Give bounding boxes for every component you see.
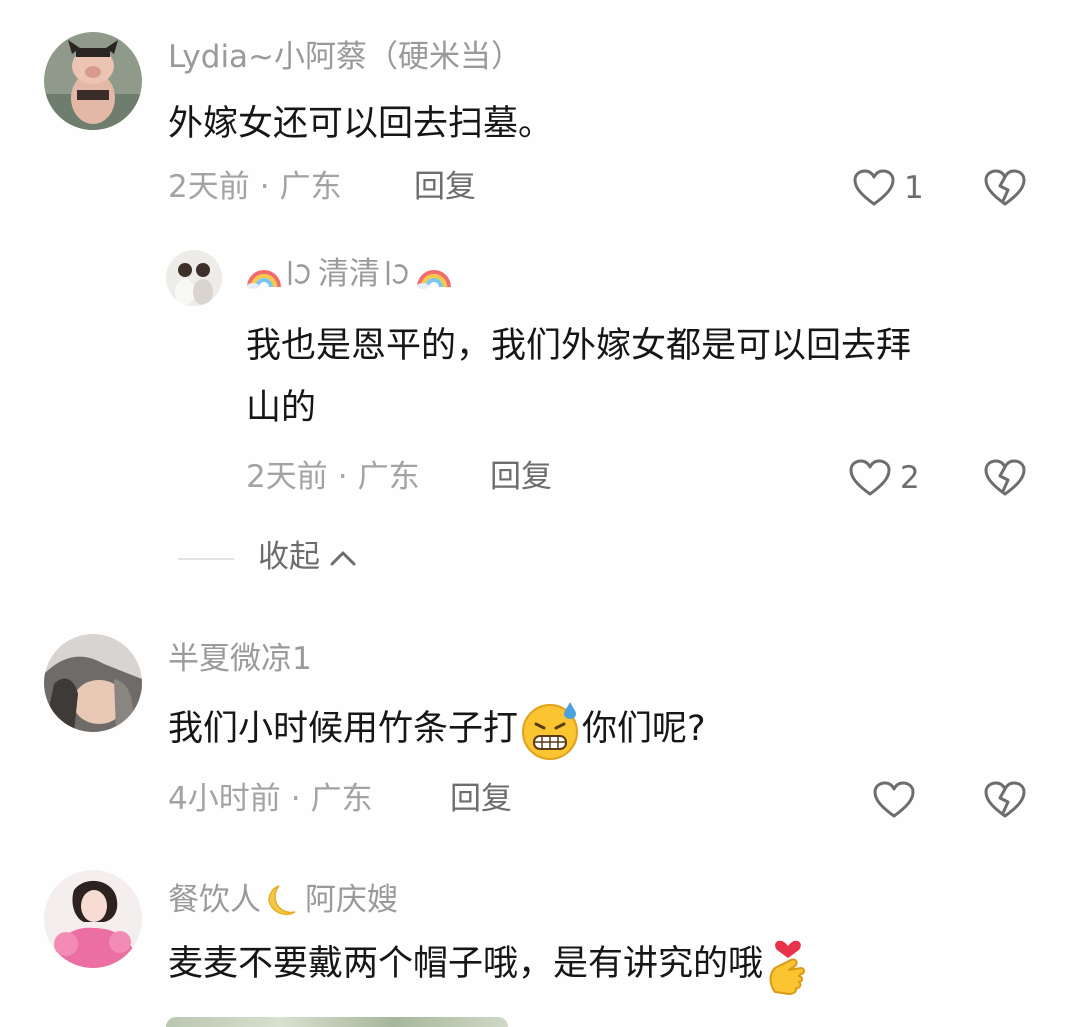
meta-separator: · [337, 459, 348, 495]
comment-username[interactable]: 餐饮人 阿庆嫂 [168, 880, 398, 920]
reply-text-line: 山的 [246, 388, 317, 428]
reply-button[interactable]: 回复 [490, 462, 552, 493]
heart-outline-icon [853, 169, 895, 206]
broken-heart-icon [984, 459, 1026, 496]
comment-time: 2天前 [168, 169, 250, 205]
avatar-image-pig [44, 32, 142, 130]
reply-username-text: 清清 [318, 255, 380, 292]
comment-username-part: 餐饮人 [168, 881, 261, 918]
dislike-button[interactable] [983, 780, 1027, 824]
reply-text-line: 我也是恩平的，我们外嫁女都是可以回去拜 [246, 326, 912, 366]
rainbow-emoji-icon [417, 270, 451, 289]
comment-text: 我们小时候用竹条子打 你们呢? [168, 698, 706, 762]
reply-meta: 2天前 · 广东 [246, 462, 420, 493]
like-button[interactable] [872, 780, 916, 820]
comment-text: 外嫁女还可以回去扫墓。 [168, 104, 554, 144]
comment-username-part: 阿庆嫂 [305, 881, 398, 918]
comment-location: 广东 [310, 781, 373, 817]
smile-symbol-icon [386, 260, 408, 286]
avatar[interactable] [44, 870, 142, 968]
smile-symbol-icon [288, 260, 310, 286]
rainbow-emoji-icon [247, 270, 281, 289]
avatar[interactable] [44, 32, 142, 130]
comment-username[interactable]: 半夏微凉1 [168, 644, 312, 675]
chevron-up-icon [330, 551, 356, 565]
comment-location: 广东 [279, 169, 342, 205]
avatar[interactable] [166, 250, 222, 306]
collapse-button[interactable]: 收起 [258, 542, 358, 573]
collapse-divider [178, 558, 234, 560]
reply-button[interactable]: 回复 [414, 172, 476, 203]
reply-location: 广东 [357, 459, 420, 495]
comment-text: 麦麦不要戴两个帽子哦，是有讲究的哦 [168, 934, 813, 996]
reply-time: 2天前 [246, 459, 328, 495]
collapse-label: 收起 [258, 539, 320, 575]
like-count: 1 [904, 169, 924, 206]
grimace-sweat-emoji-icon [522, 702, 579, 760]
reply-username[interactable]: 清清 [246, 258, 452, 290]
like-button[interactable]: 2 [848, 458, 920, 498]
like-button[interactable]: 1 [852, 168, 924, 208]
heart-outline-icon [873, 781, 915, 818]
crescent-moon-emoji-icon [268, 885, 296, 916]
comment-list: Lydia~小阿蔡（硬米当） 外嫁女还可以回去扫墓。 2天前·广东 回复 1 [0, 0, 1079, 1027]
comment-text-part: 你们呢? [582, 709, 706, 749]
dislike-button[interactable] [983, 168, 1027, 212]
finger-heart-emoji-icon [769, 940, 806, 995]
comment-meta: 2天前 · 广东 [168, 172, 342, 203]
avatar-image-woman [44, 870, 142, 968]
comment-username[interactable]: Lydia~小阿蔡（硬米当） [168, 42, 522, 73]
comment-meta: 4小时前 · 广东 [168, 784, 373, 815]
reply-button[interactable]: 回复 [450, 784, 512, 815]
avatar-image-couple [166, 250, 222, 306]
broken-heart-icon [984, 781, 1026, 818]
avatar-image-portrait [44, 634, 142, 732]
comment-text-part: 我们小时候用竹条子打 [168, 709, 519, 749]
next-comment-image-preview[interactable] [166, 1017, 508, 1027]
heart-outline-icon [849, 459, 891, 496]
broken-heart-icon [984, 169, 1026, 206]
dislike-button[interactable] [983, 458, 1027, 502]
like-count: 2 [900, 459, 920, 496]
meta-separator: · [290, 781, 301, 817]
meta-separator: · [259, 169, 270, 205]
avatar[interactable] [44, 634, 142, 732]
comment-time: 4小时前 [168, 781, 281, 817]
comment-text-part: 麦麦不要戴两个帽子哦，是有讲究的哦 [168, 944, 764, 984]
